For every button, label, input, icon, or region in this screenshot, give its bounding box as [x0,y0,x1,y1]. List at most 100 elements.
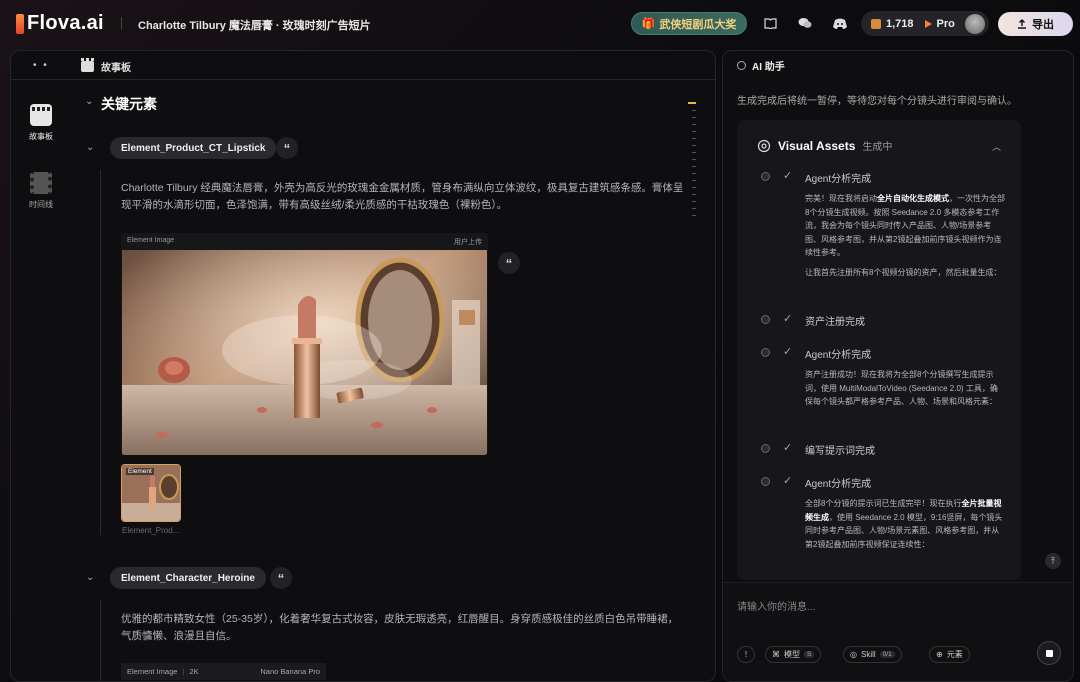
book-icon[interactable] [759,12,781,34]
stop-icon [1045,649,1053,657]
scroll-tick [692,180,696,181]
clapperboard-icon [81,58,94,72]
element-description: 优雅的都市精致女性（25-35岁），化着奢华复古式妆容，皮肤无瑕透亮，红唇醒目。… [121,613,679,642]
stop-button[interactable] [1037,641,1061,665]
info-button[interactable]: ! [737,646,755,663]
scroll-top-button[interactable]: ⤒ [1045,553,1061,569]
scroll-tick [692,110,696,111]
scroll-tick [692,173,696,174]
check-icon: ✓ [783,313,793,325]
credits-pill[interactable]: 1,718 Pro [861,11,989,36]
element-chevron-icon[interactable]: ⌄ [86,572,94,583]
promo-button[interactable]: 🎁 武侠短剧瓜大奖 [631,12,747,35]
quote-button[interactable]: “ [270,567,292,589]
element-guide-line [100,170,101,535]
model-button[interactable]: ⌘ 模型 S [765,646,822,663]
element-thumbnail[interactable]: Element [121,464,181,522]
discord-icon[interactable] [829,12,851,34]
step-title: Agent分析完成 [805,174,872,185]
image-card-header: Element Image 用户上传 [121,233,488,250]
check-icon: ✓ [783,346,793,358]
collapse-chevron-icon[interactable]: ⌄ [85,96,93,107]
assets-header[interactable]: Visual Assets 生成中 [757,138,892,153]
board-header-label: 故事板 [101,63,131,74]
wechat-icon[interactable] [794,12,816,34]
chat-input-area: 请输入你的消息... ! ⌘ 模型 S ◎ Skill 0/1 ⊕ 元素 [723,582,1073,681]
skill-button[interactable]: ◎ Skill 0/1 [843,646,902,663]
board-header: 故事板 [81,58,131,74]
step-title: 编写提示词完成 [805,446,875,457]
scroll-tick [692,194,696,195]
quote-button[interactable]: “ [498,252,520,274]
section-scroll-marker[interactable] [688,100,696,220]
ai-title: AI 助手 [752,62,785,73]
sidebar-item-timeline[interactable]: 时间线 [11,172,71,210]
model-icon: ⌘ [772,650,780,659]
credits-value: 1,718 [886,17,914,30]
skill-icon: ◎ [850,650,857,659]
sidebar-item-storyboard[interactable]: 故事板 [11,104,71,142]
collapse-caret-icon[interactable]: ︿ [992,140,1001,153]
meta-resolution: 2K [189,667,199,676]
step-body-text: ，一次性为全部8个分镜生成视频。按照 Seedance 2.0 多模态参考工作流… [805,194,1005,257]
elements-label: 元素 [946,650,963,659]
thumbnail-caption: Element_Prod... [122,526,180,535]
element-description: Charlotte Tilbury 经典魔法唇膏，外壳为高反光的玫瑰金金属材质，… [121,182,684,211]
sidebar-item-label: 时间线 [29,200,53,209]
model-badge: S [804,651,815,658]
panel-header: • • 故事板 [11,51,715,80]
avatar[interactable] [965,13,985,34]
elements-button[interactable]: ⊕ 元素 [929,646,970,663]
gift-icon: 🎁 [641,18,656,30]
scroll-marker-active [688,102,696,104]
step-body-text: 全部8个分镜的提示词已生成完毕！现在执行 [805,499,962,508]
logo[interactable]: Flova.ai [16,12,104,35]
check-icon: ✓ [783,170,793,182]
logo-text: Flova.ai [27,12,104,34]
element-chevron-icon[interactable]: ⌄ [86,142,94,153]
thumbnail-label: Element [126,468,154,475]
step-title: Agent分析完成 [805,350,872,361]
image-card-label: Element Image [127,237,175,244]
step-title: Agent分析完成 [805,479,872,490]
element-name-pill[interactable]: Element_Product_CT_Lipstick [110,137,277,159]
quote-button[interactable]: “ [276,137,298,159]
step-dot-icon [761,348,770,357]
ai-intro-text: 生成完成后将统一暂停，等待您对每个分镜头进行审阅与确认。 [737,96,1017,107]
coin-icon [871,18,881,29]
scroll-tick [692,215,696,216]
step-body-bold: 全片自动化生成模式 [877,194,949,203]
scroll-tick [692,138,696,139]
assets-title: Visual Assets [778,138,856,153]
assets-icon [757,139,771,152]
scroll-tick [692,117,696,118]
step-body: 完美！现在我将启动全片自动化生成模式，一次性为全部8个分镜生成视频。按照 See… [805,192,1005,279]
element-image-card[interactable]: Element Image 用户上传 [121,233,488,455]
elements-icon: ⊕ [936,650,943,659]
menu-dots-icon[interactable]: • • [33,60,49,71]
image-card-action[interactable]: 用户上传 [454,237,482,247]
meta-divider: | [182,667,185,676]
visual-assets-card: Visual Assets 生成中 ︿ ✓ Agent分析完成 完美！现在我将启… [737,120,1021,580]
step-body: 全部8个分镜的提示词已生成完毕！现在执行全片批量视频生成，使用 Seedance… [805,497,1005,551]
sidebar-item-label: 故事板 [29,132,53,141]
export-label: 导出 [1032,19,1054,31]
scroll-tick [692,152,696,153]
chat-input[interactable]: 请输入你的消息... [737,598,815,613]
check-icon: ✓ [783,475,793,487]
step-body-text: ，使用 Seedance 2.0 模型，9:16竖屏，每个镜头同时参考产品图、人… [805,512,1003,549]
scroll-tick [692,145,696,146]
skill-label: Skill [860,650,876,659]
ai-header: AI 助手 [737,58,785,73]
section-title: 关键元素 [101,96,157,112]
pro-icon [924,19,932,28]
plan-label: Pro [936,17,955,30]
ai-assistant-panel: AI 助手 生成完成后将统一暂停，等待您对每个分镜头进行审阅与确认。 Visua… [722,50,1074,682]
assets-status: 生成中 [862,142,893,153]
export-button[interactable]: 导出 [998,12,1073,36]
element-guide-line [100,600,101,682]
check-icon: ✓ [783,442,793,454]
step-body-text: 完美！现在我将启动 [805,194,877,203]
element-name-pill[interactable]: Element_Character_Heroine [110,567,266,589]
element-meta-row: Element Image | 2K Nano Banana Pro [121,663,326,680]
